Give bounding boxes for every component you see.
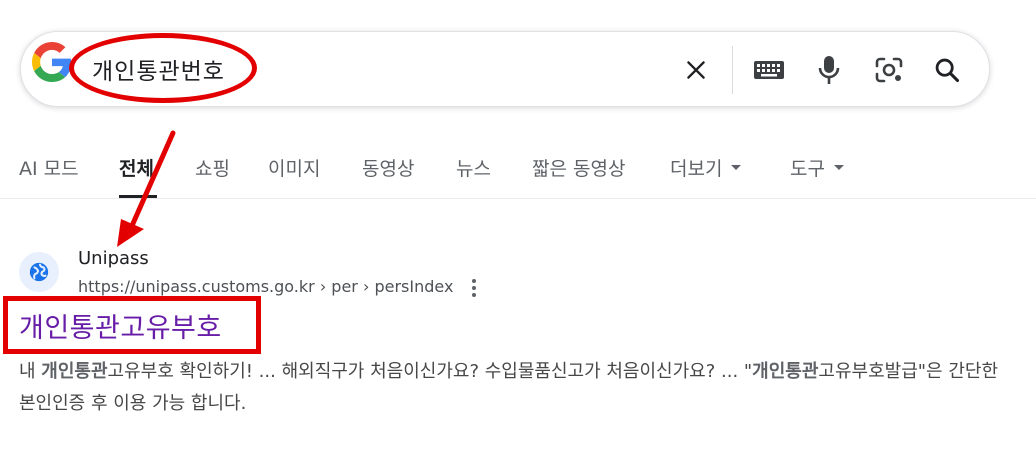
tabs-divider (0, 198, 1036, 199)
search-tabs: AI 모드 전체 쇼핑 이미지 동영상 뉴스 짧은 동영상 더보기 도구 (0, 150, 1036, 198)
search-input[interactable]: 개인통관번호 (92, 52, 225, 86)
result-snippet: 내 개인통관고유부호 확인하기! ... 해외직구가 처음이신가요? 수입물품신… (19, 356, 1009, 420)
chevron-down-icon (833, 165, 844, 170)
search-icon (935, 58, 960, 83)
snippet-text: 내 (19, 361, 42, 382)
result-url[interactable]: https://unipass.customs.go.kr › per › pe… (78, 277, 453, 296)
close-icon (687, 61, 705, 79)
tab-more[interactable]: 더보기 (670, 154, 742, 181)
search-divider (732, 46, 733, 94)
tab-ai-mode[interactable]: AI 모드 (19, 154, 79, 181)
snippet-highlight: 개인통관 (41, 361, 108, 382)
keyboard-icon (754, 61, 784, 79)
tab-short-videos[interactable]: 짧은 동영상 (532, 154, 625, 181)
search-submit-button[interactable] (927, 50, 967, 90)
clear-button[interactable] (676, 50, 716, 90)
google-logo-icon (32, 42, 72, 82)
result-title-link[interactable]: 개인통관고유부호 (19, 306, 222, 345)
tab-shopping[interactable]: 쇼핑 (195, 154, 230, 181)
snippet-highlight: 개인통관 (752, 361, 819, 382)
chevron-down-icon (731, 165, 742, 170)
voice-search-button[interactable] (809, 50, 849, 90)
tab-all[interactable]: 전체 (119, 154, 154, 181)
lens-icon (875, 57, 903, 83)
more-options-icon[interactable] (466, 276, 482, 300)
keyboard-button[interactable] (749, 50, 789, 90)
tab-images[interactable]: 이미지 (268, 154, 320, 181)
tab-tools[interactable]: 도구 (790, 154, 844, 181)
tab-tools-label: 도구 (790, 158, 825, 180)
tab-news[interactable]: 뉴스 (456, 154, 491, 181)
lens-search-button[interactable] (869, 50, 909, 90)
snippet-text: 고유부호 확인하기! ... 해외직구가 처음이신가요? 수입물품신고가 처음이… (107, 361, 753, 382)
globe-icon (29, 262, 49, 282)
site-favicon[interactable] (19, 252, 59, 292)
tab-more-label: 더보기 (670, 158, 723, 180)
tab-videos[interactable]: 동영상 (362, 154, 414, 181)
mic-icon (818, 56, 840, 84)
search-bar[interactable]: 개인통관번호 (20, 31, 990, 107)
result-site-name[interactable]: Unipass (78, 248, 149, 269)
